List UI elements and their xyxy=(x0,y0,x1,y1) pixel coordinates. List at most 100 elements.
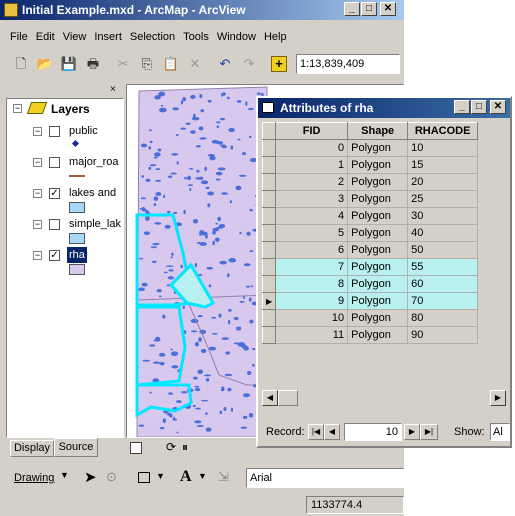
table-cell[interactable]: 25 xyxy=(407,190,479,208)
table-cell[interactable]: 1 xyxy=(275,156,349,174)
collapse-layer-icon[interactable]: − xyxy=(33,158,42,167)
menu-file[interactable]: File xyxy=(6,28,32,46)
menu-window[interactable]: Window xyxy=(213,28,260,46)
table-cell[interactable]: Polygon xyxy=(347,173,409,191)
layer-name[interactable]: lakes and xyxy=(67,185,118,201)
row-selector[interactable] xyxy=(261,207,277,225)
table-row[interactable]: 6 Polygon 50 xyxy=(261,241,479,259)
table-cell[interactable]: 30 xyxy=(407,207,479,225)
close-button[interactable]: ✕ xyxy=(490,100,506,114)
table-cell[interactable]: Polygon xyxy=(347,139,409,157)
font-name-field[interactable]: Arial xyxy=(246,468,404,488)
paste-icon[interactable]: 📋 xyxy=(160,53,182,75)
maximize-button[interactable]: □ xyxy=(361,2,377,16)
toc-layer-1[interactable]: − major_roa xyxy=(7,154,123,184)
column-header-shape[interactable]: Shape xyxy=(347,122,409,140)
table-cell[interactable]: Polygon xyxy=(347,292,409,310)
layer-name[interactable]: major_roa xyxy=(67,154,121,170)
layer-visibility-checkbox[interactable]: ✓ xyxy=(49,188,60,199)
print-icon[interactable]: 🖶 xyxy=(82,53,104,75)
undo-icon[interactable]: ↶ xyxy=(214,53,236,75)
collapse-layer-icon[interactable]: − xyxy=(33,127,42,136)
minimize-button[interactable]: _ xyxy=(344,2,360,16)
refresh-icon[interactable]: ⟳ xyxy=(166,440,176,454)
next-record-button[interactable]: ▶ xyxy=(404,424,420,440)
layer-name[interactable]: simple_lak xyxy=(67,216,123,232)
table-row[interactable]: 3 Polygon 25 xyxy=(261,190,479,208)
row-selector[interactable] xyxy=(261,173,277,191)
row-selector[interactable] xyxy=(261,224,277,242)
cut-icon[interactable]: ✂ xyxy=(112,53,134,75)
table-cell[interactable]: 10 xyxy=(275,309,349,327)
table-row[interactable]: 10 Polygon 80 xyxy=(261,309,479,327)
row-selector[interactable]: ▶ xyxy=(261,292,277,310)
layer-visibility-checkbox[interactable] xyxy=(49,157,60,168)
record-number-field[interactable]: 10 xyxy=(344,423,402,441)
menu-selection[interactable]: Selection xyxy=(126,28,179,46)
scroll-thumb[interactable] xyxy=(278,390,298,406)
menu-help[interactable]: Help xyxy=(260,28,291,46)
table-row[interactable]: 1 Polygon 15 xyxy=(261,156,479,174)
table-row[interactable]: 5 Polygon 40 xyxy=(261,224,479,242)
display-tab[interactable]: Display xyxy=(10,440,54,457)
scroll-left-icon[interactable]: ◀ xyxy=(262,390,278,406)
table-cell[interactable]: 5 xyxy=(275,224,349,242)
first-record-button[interactable]: |◀ xyxy=(308,424,324,440)
collapse-layers-icon[interactable]: − xyxy=(13,104,22,113)
table-row[interactable]: 7 Polygon 55 xyxy=(261,258,479,276)
copy-icon[interactable]: ⎘ xyxy=(136,53,158,75)
row-selector[interactable] xyxy=(261,258,277,276)
edit-vertices-icon[interactable]: ⇲ xyxy=(218,469,229,485)
table-row[interactable]: 2 Polygon 20 xyxy=(261,173,479,191)
drawing-menu-label[interactable]: Drawing xyxy=(14,472,54,484)
table-row[interactable]: 4 Polygon 30 xyxy=(261,207,479,225)
select-elements-icon[interactable]: ➤ xyxy=(84,468,97,486)
menu-tools[interactable]: Tools xyxy=(179,28,213,46)
table-cell[interactable]: 40 xyxy=(407,224,479,242)
row-selector[interactable] xyxy=(261,309,277,327)
menu-insert[interactable]: Insert xyxy=(90,28,126,46)
new-document-icon[interactable]: 🗋 xyxy=(10,53,32,75)
table-cell[interactable]: 70 xyxy=(407,292,479,310)
table-cell[interactable]: Polygon xyxy=(347,241,409,259)
table-cell[interactable]: 6 xyxy=(275,241,349,259)
row-selector-header[interactable] xyxy=(261,122,277,140)
open-folder-icon[interactable]: 📂 xyxy=(34,53,56,75)
table-cell[interactable]: Polygon xyxy=(347,258,409,276)
table-row[interactable]: 0 Polygon 10 xyxy=(261,139,479,157)
column-header-rhacode[interactable]: RHACODE xyxy=(407,122,479,140)
table-cell[interactable]: 0 xyxy=(275,139,349,157)
table-cell[interactable]: 4 xyxy=(275,207,349,225)
table-cell[interactable]: Polygon xyxy=(347,207,409,225)
table-cell[interactable]: 90 xyxy=(407,326,479,344)
toc-layer-4[interactable]: − ✓ rha xyxy=(7,247,123,277)
menu-view[interactable]: View xyxy=(59,28,91,46)
collapse-layer-icon[interactable]: − xyxy=(33,251,42,260)
row-selector[interactable] xyxy=(261,275,277,293)
row-selector[interactable] xyxy=(261,190,277,208)
table-cell[interactable]: Polygon xyxy=(347,309,409,327)
table-row[interactable]: 11 Polygon 90 xyxy=(261,326,479,344)
pause-draw-icon[interactable]: ⏸ xyxy=(182,440,188,455)
table-cell[interactable]: 9 xyxy=(275,292,349,310)
row-selector[interactable] xyxy=(261,156,277,174)
row-selector[interactable] xyxy=(261,139,277,157)
redo-icon[interactable]: ↷ xyxy=(238,53,260,75)
layer-visibility-checkbox[interactable] xyxy=(49,126,60,137)
chevron-down-icon[interactable]: ▼ xyxy=(198,471,207,481)
delete-icon[interactable]: ✕ xyxy=(184,53,206,75)
add-data-icon[interactable]: + xyxy=(268,53,290,75)
table-cell[interactable]: 50 xyxy=(407,241,479,259)
maximize-button[interactable]: □ xyxy=(471,100,487,114)
table-cell[interactable]: 11 xyxy=(275,326,349,344)
layer-name[interactable]: public xyxy=(67,123,100,139)
column-header-fid[interactable]: FID xyxy=(275,122,349,140)
table-cell[interactable]: 8 xyxy=(275,275,349,293)
toc-layer-3[interactable]: − simple_lak xyxy=(7,216,123,246)
chevron-down-icon[interactable]: ▼ xyxy=(156,471,165,481)
table-cell[interactable]: Polygon xyxy=(347,156,409,174)
layers-root-label[interactable]: Layers xyxy=(51,102,90,116)
table-cell[interactable]: 2 xyxy=(275,173,349,191)
table-cell[interactable]: 60 xyxy=(407,275,479,293)
table-cell[interactable]: 55 xyxy=(407,258,479,276)
